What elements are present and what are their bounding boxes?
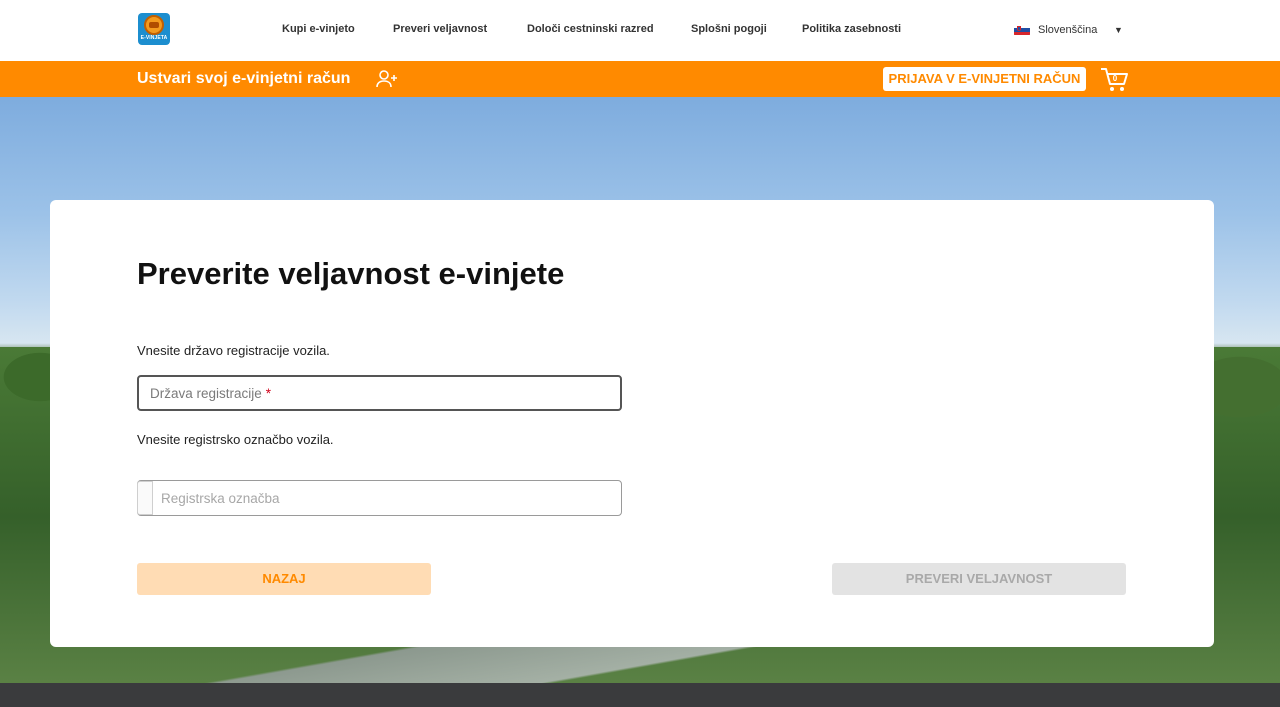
slovenia-flag-icon xyxy=(1014,24,1030,36)
required-mark: * xyxy=(265,385,272,401)
login-button[interactable]: PRIJAVA V E-VINJETNI RAČUN xyxy=(883,67,1086,91)
footer-bar xyxy=(0,683,1280,707)
top-navigation: E-VINJETA Kupi e-vinjeto Preveri veljavn… xyxy=(0,0,1280,61)
e-vinjeta-logo[interactable]: E-VINJETA xyxy=(138,13,170,45)
nav-buy-vignette[interactable]: Kupi e-vinjeto xyxy=(282,23,355,35)
nav-toll-class[interactable]: Določi cestninski razred xyxy=(527,23,654,35)
nav-terms[interactable]: Splošni pogoji xyxy=(691,23,767,35)
language-label: Slovenščina xyxy=(1038,24,1098,36)
language-selector[interactable]: Slovenščina ▼ xyxy=(1014,22,1123,38)
add-user-icon[interactable] xyxy=(375,68,399,90)
check-validity-button[interactable]: PREVERI VELJAVNOST xyxy=(832,563,1126,595)
country-registration-field[interactable]: Država registracije * xyxy=(137,375,622,411)
broken-image-icon xyxy=(137,481,153,515)
plate-prompt: Vnesite registrsko označbo vozila. xyxy=(137,432,334,447)
back-button[interactable]: NAZAJ xyxy=(137,563,431,595)
validity-check-card: Preverite veljavnost e-vinjete Vnesite d… xyxy=(50,200,1214,647)
nav-privacy[interactable]: Politika zasebnosti xyxy=(802,23,901,35)
page-title: Preverite veljavnost e-vinjete xyxy=(137,256,565,291)
logo-emblem-icon xyxy=(144,15,164,35)
nav-check-validity[interactable]: Preveri veljavnost xyxy=(393,23,487,35)
plate-placeholder: Registrska označba xyxy=(161,490,280,506)
country-prompt: Vnesite državo registracije vozila. xyxy=(137,343,330,358)
logo-text: E-VINJETA xyxy=(140,35,168,41)
caret-down-icon: ▼ xyxy=(1114,25,1123,35)
country-placeholder: Država registracije * xyxy=(150,385,272,401)
highway-road xyxy=(150,645,1280,683)
registration-plate-field[interactable]: Registrska označba xyxy=(137,480,622,516)
create-account-link[interactable]: Ustvari svoj e-vinjetni račun xyxy=(137,70,350,88)
account-bar: Ustvari svoj e-vinjetni račun PRIJAVA V … xyxy=(0,61,1280,97)
cart-count-badge: 0 xyxy=(1112,74,1118,83)
